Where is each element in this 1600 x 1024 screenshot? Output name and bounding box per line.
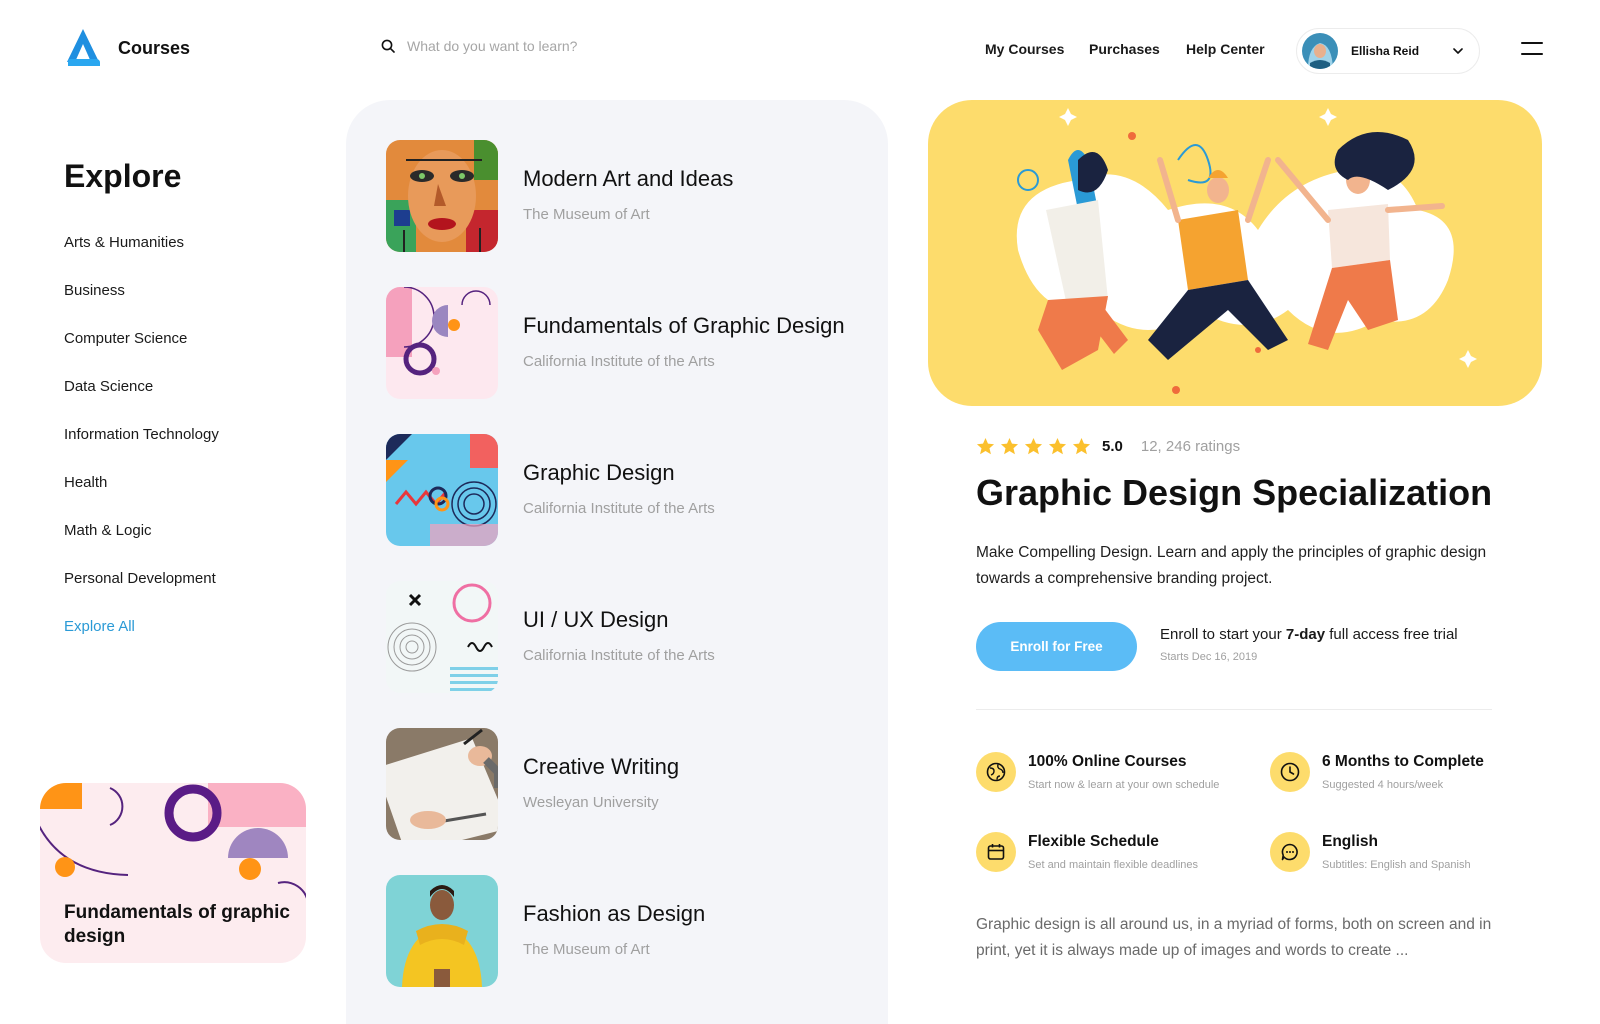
feature-title: 100% Online Courses — [1028, 753, 1187, 770]
search-input[interactable] — [407, 38, 767, 54]
chat-icon — [1270, 832, 1310, 872]
nav-purchases[interactable]: Purchases — [1089, 41, 1160, 57]
category-list: Arts & Humanities Business Computer Scie… — [64, 234, 219, 666]
category-item[interactable]: Arts & Humanities — [64, 234, 219, 282]
trial-duration: 7-day — [1285, 626, 1326, 643]
course-provider: The Museum of Art — [523, 941, 650, 958]
feature-subtitle: Set and maintain flexible deadlines — [1028, 859, 1199, 871]
chevron-down-icon — [1453, 48, 1463, 54]
feature-duration: 6 Months to Complete Suggested 4 hours/w… — [1270, 752, 1484, 792]
rating-value: 5.0 — [1102, 438, 1123, 455]
promo-title: Fundamentals of graphic design — [64, 902, 290, 947]
course-title: UI / UX Design — [523, 607, 669, 632]
search-bar[interactable] — [381, 38, 801, 54]
feature-subtitle: Subtitles: English and Spanish — [1322, 859, 1471, 871]
rating-count: 12, 246 ratings — [1140, 438, 1241, 455]
course-provider: California Institute of the Arts — [523, 353, 715, 370]
category-item[interactable]: Information Technology — [64, 426, 219, 474]
user-name: Ellisha Reid — [1351, 44, 1420, 58]
explore-title: Explore — [64, 158, 182, 194]
rating-row: 5.0 12, 246 ratings — [976, 437, 1240, 456]
course-thumbnail — [386, 287, 498, 399]
feature-subtitle: Start now & learn at your own schedule — [1028, 779, 1220, 791]
category-item[interactable]: Computer Science — [64, 330, 219, 378]
avatar — [1302, 33, 1338, 69]
start-date: Starts Dec 16, 2019 — [1160, 651, 1258, 663]
star-icon — [976, 437, 995, 455]
course-provider: Wesleyan University — [523, 794, 659, 811]
feature-subtitle: Suggested 4 hours/week — [1322, 779, 1444, 791]
user-menu[interactable]: Ellisha Reid — [1296, 28, 1480, 74]
course-thumbnail — [386, 581, 498, 693]
star-icon — [1072, 437, 1091, 455]
course-thumbnail — [386, 140, 498, 252]
feature-schedule: Flexible Schedule Set and maintain flexi… — [976, 832, 1198, 872]
category-item[interactable]: Business — [64, 282, 219, 330]
category-item[interactable]: Health — [64, 474, 219, 522]
trial-suffix: full access free trial — [1329, 626, 1458, 643]
search-icon — [381, 39, 395, 53]
explore-all-link[interactable]: Explore All — [64, 618, 219, 666]
course-provider: California Institute of the Arts — [523, 500, 715, 517]
course-provider: California Institute of the Arts — [523, 647, 715, 664]
star-icon — [1000, 437, 1019, 455]
category-item[interactable]: Math & Logic — [64, 522, 219, 570]
trial-info: Enroll to start your 7-day full access f… — [1160, 626, 1458, 643]
jumping-people-illustration — [1016, 108, 1477, 394]
feature-online: 100% Online Courses Start now & learn at… — [976, 752, 1219, 792]
nav-my-courses[interactable]: My Courses — [985, 41, 1064, 57]
course-title: Creative Writing — [523, 754, 680, 779]
course-hero-banner — [928, 100, 1542, 406]
hamburger-menu-icon[interactable] — [1521, 42, 1543, 56]
course-title: Fundamentals of Graphic Design — [523, 313, 845, 338]
category-item[interactable]: Personal Development — [64, 570, 219, 618]
course-title: Modern Art and Ideas — [523, 166, 734, 191]
course-detail-title: Graphic Design Specialization — [976, 472, 1493, 513]
promo-card[interactable]: Fundamentals of graphic design — [40, 783, 306, 963]
category-item[interactable]: Data Science — [64, 378, 219, 426]
course-card-graphic-design[interactable]: Graphic Design California Institute of t… — [386, 434, 866, 546]
course-title: Fashion as Design — [523, 901, 706, 926]
course-card-fashion[interactable]: Fashion as Design The Museum of Art — [386, 875, 866, 987]
course-summary: Graphic design is all around us, in a my… — [976, 916, 1492, 959]
course-card-ui-ux[interactable]: UI / UX Design California Institute of t… — [386, 581, 866, 693]
star-icon — [1024, 437, 1043, 455]
calendar-icon — [976, 832, 1016, 872]
brand-name: Courses — [118, 38, 191, 58]
course-thumbnail — [386, 728, 498, 840]
course-title: Graphic Design — [523, 460, 675, 485]
course-detail-description: Make Compelling Design. Learn and apply … — [976, 544, 1487, 587]
feature-title: English — [1322, 833, 1378, 850]
globe-icon — [976, 752, 1016, 792]
feature-language: English Subtitles: English and Spanish — [1270, 832, 1471, 872]
course-card-modern-art[interactable]: Modern Art and Ideas The Museum of Art — [386, 140, 866, 252]
nav-help-center[interactable]: Help Center — [1186, 41, 1265, 57]
feature-title: Flexible Schedule — [1028, 833, 1159, 850]
star-icon — [1048, 437, 1067, 455]
course-thumbnail — [386, 434, 498, 546]
course-thumbnail — [386, 875, 498, 987]
feature-title: 6 Months to Complete — [1322, 753, 1484, 770]
clock-icon — [1270, 752, 1310, 792]
course-list-panel: Modern Art and Ideas The Museum of Art F… — [346, 100, 888, 1024]
course-card-fundamentals[interactable]: Fundamentals of Graphic Design Californi… — [386, 287, 866, 399]
enroll-button[interactable]: Enroll for Free — [976, 622, 1137, 671]
trial-prefix: Enroll to start your — [1160, 626, 1282, 643]
divider — [976, 709, 1492, 710]
course-provider: The Museum of Art — [523, 206, 650, 223]
course-card-creative-writing[interactable]: Creative Writing Wesleyan University — [386, 728, 866, 840]
logo-icon[interactable] — [62, 26, 104, 68]
